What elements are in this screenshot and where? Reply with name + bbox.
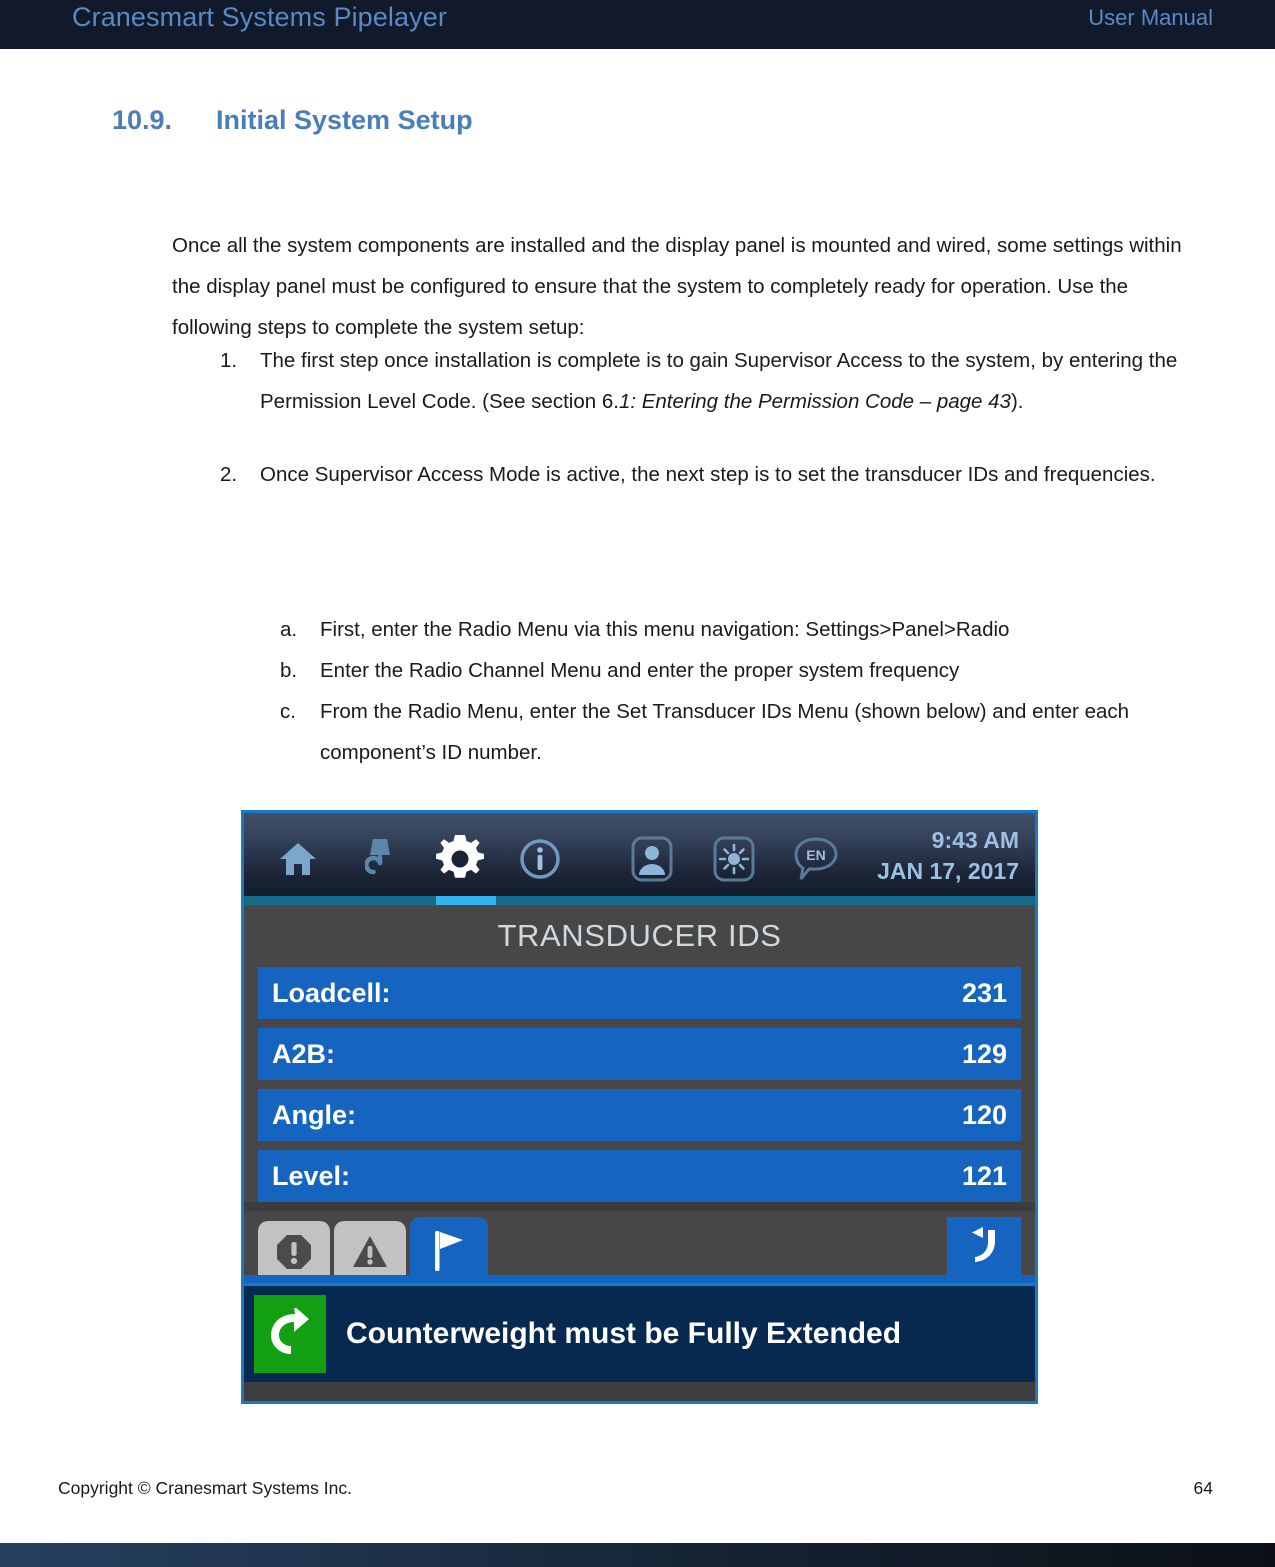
list-marker: c. [280, 700, 296, 723]
list-item: b. Enter the Radio Channel Menu and ente… [280, 650, 1210, 691]
list-item: c. From the Radio Menu, enter the Set Tr… [280, 691, 1210, 773]
language-icon[interactable]: EN [788, 831, 844, 887]
screen-title: TRANSDUCER IDS [244, 905, 1035, 967]
warning-tab[interactable] [334, 1221, 406, 1283]
row-label: Loadcell: [272, 977, 391, 1008]
section-number: 10.9. [112, 105, 173, 135]
table-row[interactable]: Loadcell: 231 [258, 967, 1021, 1019]
status-bar: Counterweight must be Fully Extended [244, 1283, 1035, 1382]
brightness-icon[interactable] [706, 831, 762, 887]
device-toolbar: EN 9:43 AM JAN 17, 2017 [244, 813, 1035, 905]
table-row[interactable]: Angle: 120 [258, 1089, 1021, 1141]
list-item-text: Enter the Radio Channel Menu and enter t… [320, 659, 960, 682]
active-tab-indicator [436, 896, 496, 905]
list-item: a. First, enter the Radio Menu via this … [280, 609, 1210, 650]
bottom-decorative-band [0, 1543, 1275, 1567]
transducer-id-list: Loadcell: 231 A2B: 129 Angle: 120 Level:… [244, 967, 1035, 1202]
device-tab-bar [244, 1211, 1035, 1283]
tab-bar-underline [244, 1275, 1035, 1283]
counterweight-icon [254, 1295, 326, 1373]
toolbar-datetime: 9:43 AM JAN 17, 2017 [877, 825, 1019, 887]
section-title: Initial System Setup [216, 105, 473, 135]
gear-icon[interactable] [432, 831, 488, 887]
device-screenshot-figure: EN 9:43 AM JAN 17, 2017 TRANSDUCER IDS L… [241, 810, 1038, 1404]
toolbar-time: 9:43 AM [931, 827, 1019, 853]
list-marker: b. [280, 659, 298, 682]
copyright-text: Copyright © Cranesmart Systems Inc. [58, 1478, 352, 1498]
alarm-stop-tab[interactable] [258, 1221, 330, 1283]
back-button[interactable] [947, 1217, 1021, 1275]
language-code-text: EN [806, 847, 825, 863]
user-icon[interactable] [624, 831, 680, 887]
flag-tab[interactable] [410, 1217, 488, 1283]
row-label: Level: [272, 1160, 351, 1191]
numbered-list: 1. The first step once installation is c… [220, 340, 1210, 495]
list-item-text: Once Supervisor Access Mode is active, t… [260, 463, 1156, 486]
lettered-list: a. First, enter the Radio Menu via this … [280, 609, 1210, 773]
list-marker: 2. [220, 463, 238, 486]
page-header: Cranesmart Systems Pipelayer User Manual [0, 0, 1275, 49]
list-item-text: From the Radio Menu, enter the Set Trans… [320, 700, 1130, 764]
row-value: 129 [961, 1038, 1007, 1069]
list-item-text: The first step once installation is comp… [260, 340, 1210, 422]
list-item: 1. The first step once installation is c… [220, 340, 1210, 422]
toolbar-date: JAN 17, 2017 [877, 858, 1019, 884]
status-message: Counterweight must be Fully Extended [346, 1317, 902, 1350]
cross-reference: 1: Entering the Permission Code – page 4… [618, 390, 1011, 413]
row-label: A2B: [272, 1038, 336, 1069]
home-icon[interactable] [270, 831, 326, 887]
section-heading: 10.9. Initial System Setup [112, 105, 473, 136]
table-row[interactable]: Level: 121 [258, 1150, 1021, 1202]
list-item-text: First, enter the Radio Menu via this men… [320, 618, 1010, 641]
list-item: 2. Once Supervisor Access Mode is active… [220, 454, 1210, 495]
row-value: 121 [961, 1160, 1007, 1191]
page-number: 64 [1193, 1478, 1213, 1498]
table-row[interactable]: A2B: 129 [258, 1028, 1021, 1080]
toolbar-underline [244, 896, 1035, 905]
info-icon[interactable] [512, 831, 568, 887]
row-value: 231 [961, 977, 1007, 1008]
intro-paragraph: Once all the system components are insta… [172, 233, 1182, 339]
crane-hook-icon[interactable] [352, 831, 408, 887]
document-kind-label: User Manual [1088, 5, 1213, 30]
list-marker: a. [280, 618, 298, 641]
row-label: Angle: [272, 1099, 356, 1130]
row-value: 120 [961, 1099, 1007, 1130]
document-title: Cranesmart Systems Pipelayer [72, 2, 447, 32]
list-item-text-part-2: ). [1010, 390, 1024, 413]
list-marker: 1. [220, 349, 238, 372]
